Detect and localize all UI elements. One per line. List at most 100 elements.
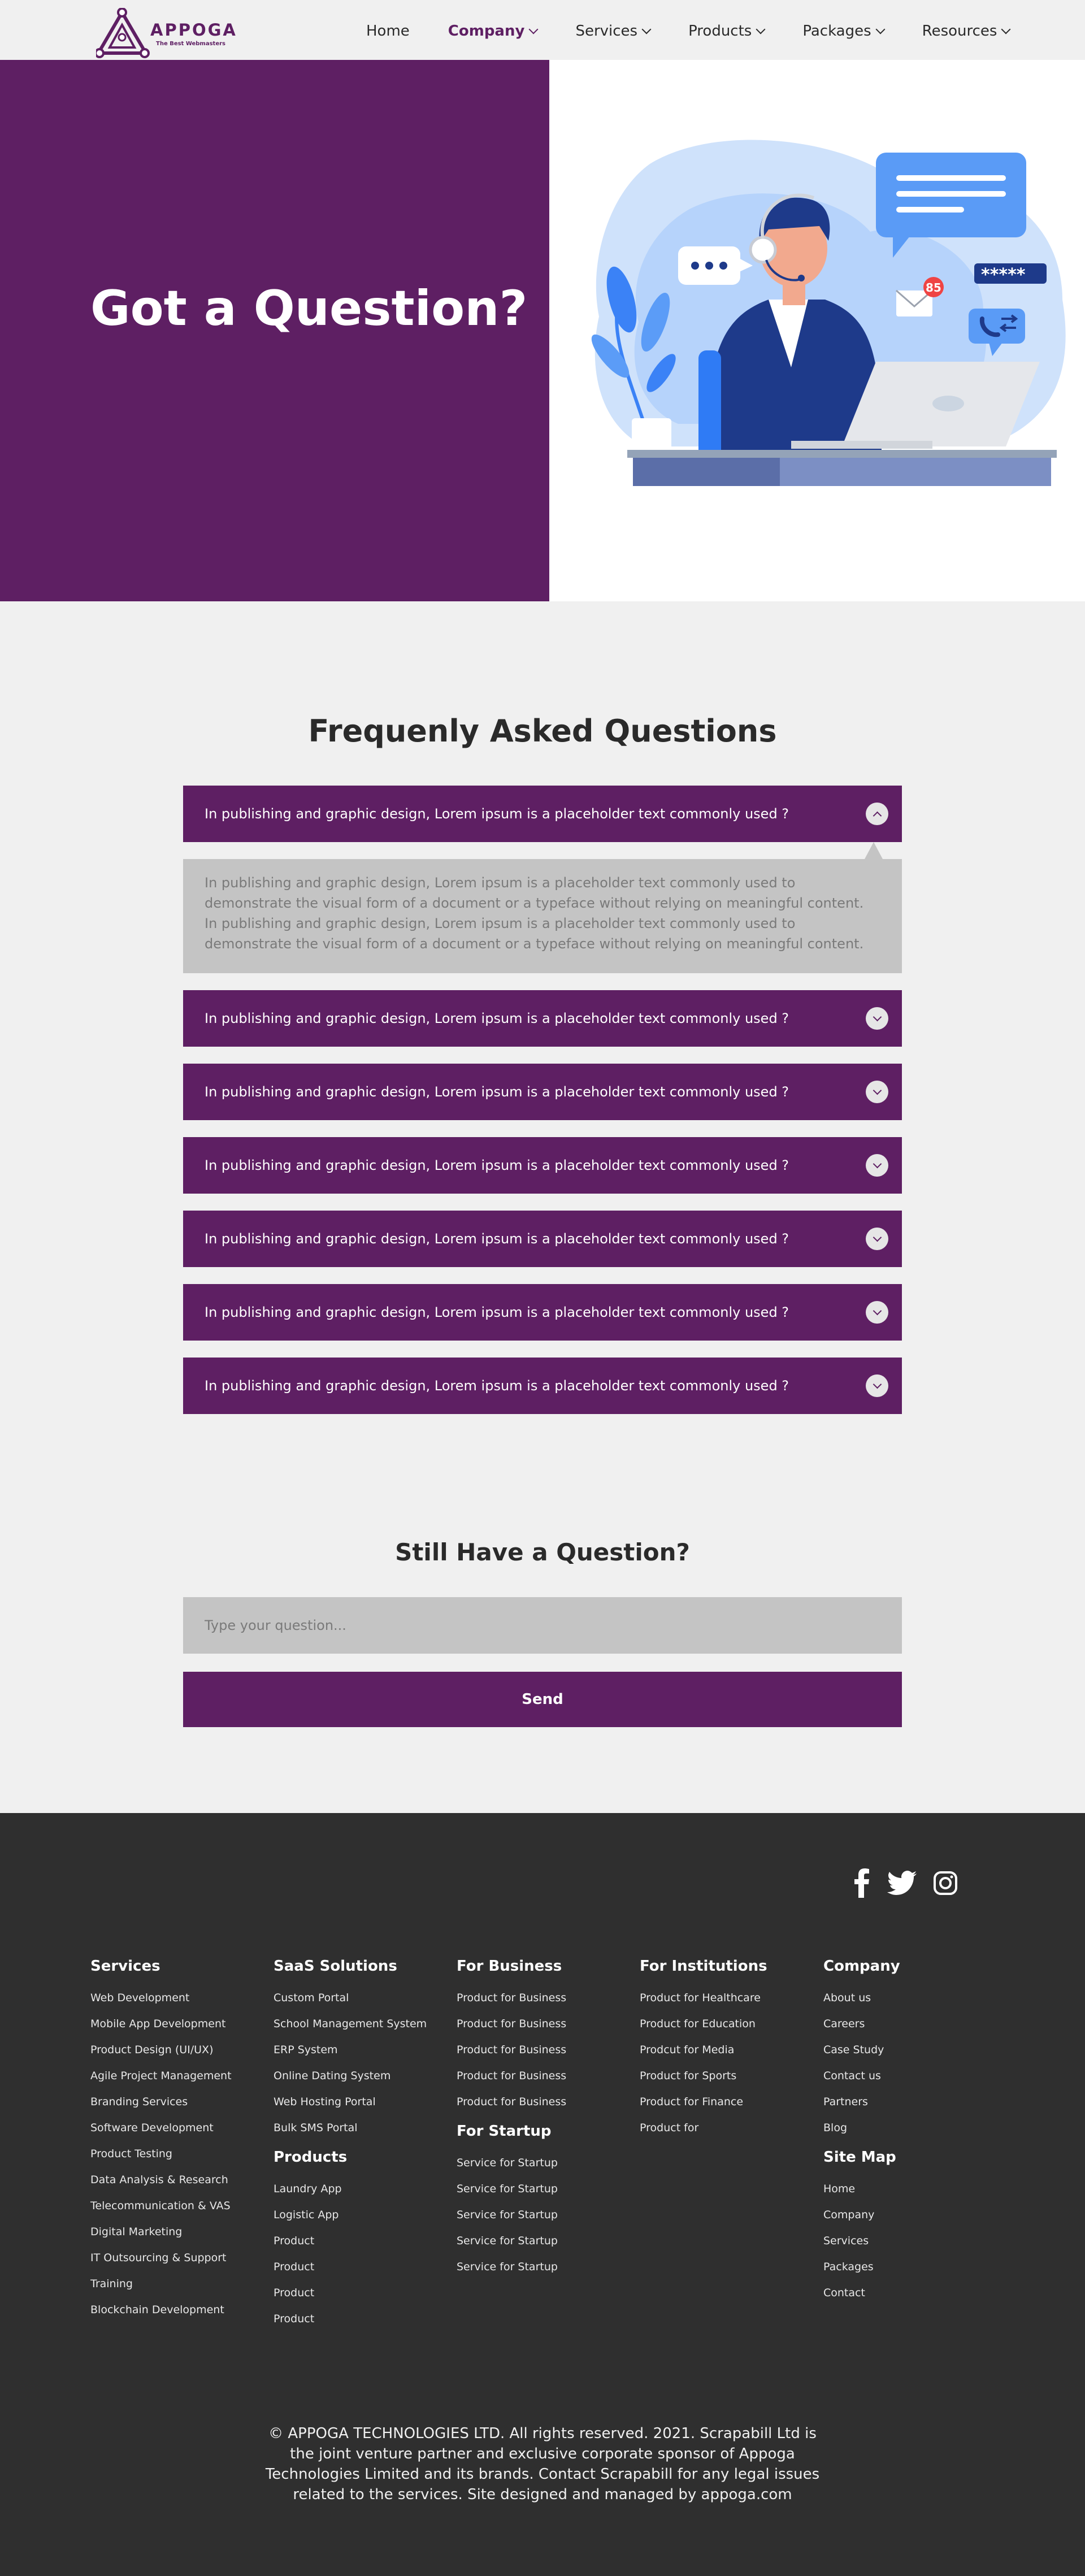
hero-section: Got a Question? ***** 85: [0, 60, 1085, 601]
footer-link[interactable]: Contact us: [823, 2063, 900, 2089]
footer-link[interactable]: Custom Portal: [274, 1985, 427, 2011]
footer-link[interactable]: Digital Marketing: [90, 2219, 232, 2245]
nav-item-packages[interactable]: Packages: [802, 23, 886, 40]
chevron-down-icon[interactable]: [866, 1007, 888, 1030]
copyright-text: © APPOGA TECHNOLOGIES LTD. All rights re…: [265, 2425, 820, 2503]
footer-link[interactable]: Product for Business: [457, 2011, 566, 2037]
chevron-down-icon: [528, 24, 539, 34]
faq-item[interactable]: In publishing and graphic design, Lorem …: [183, 1137, 902, 1194]
faq-title: Frequenly Asked Questions: [308, 713, 777, 749]
nav-item-resources[interactable]: Resources: [922, 23, 1011, 40]
footer-link[interactable]: Agile Project Management: [90, 2063, 232, 2089]
footer-link[interactable]: Prodcut for Media: [640, 2037, 767, 2063]
footer-link[interactable]: Services: [823, 2228, 900, 2254]
chevron-down-icon: [641, 24, 652, 34]
logo-mark-icon: [96, 8, 150, 58]
footer-group: Site Map Home Company Services Packages …: [823, 2149, 900, 2306]
footer-link[interactable]: Product for Business: [457, 1985, 566, 2011]
footer-link[interactable]: Company: [823, 2202, 900, 2228]
twitter-icon[interactable]: [886, 1867, 918, 1899]
chair-icon: [698, 350, 721, 458]
faq-item[interactable]: In publishing and graphic design, Lorem …: [183, 786, 902, 842]
footer-link[interactable]: Product for Sports: [640, 2063, 767, 2089]
footer-link[interactable]: Branding Services: [90, 2089, 232, 2115]
chevron-up-icon[interactable]: [866, 803, 888, 825]
send-button[interactable]: Send: [183, 1672, 902, 1727]
footer-link[interactable]: Product for Finance: [640, 2089, 767, 2115]
footer-link[interactable]: Blog: [823, 2115, 900, 2141]
chevron-down-icon[interactable]: [866, 1228, 888, 1250]
logo[interactable]: APPOGA The Best Webmasters: [96, 8, 236, 59]
question-input[interactable]: [183, 1597, 902, 1654]
footer-link[interactable]: Careers: [823, 2011, 900, 2037]
answer-pointer: [865, 842, 883, 859]
footer-group: SaaS Solutions Custom Portal School Mana…: [274, 1958, 427, 2141]
footer-link[interactable]: Mobile App Development: [90, 2011, 232, 2037]
footer: Services Web Development Mobile App Deve…: [0, 1813, 1085, 2576]
footer-link[interactable]: Product: [274, 2228, 427, 2254]
footer-link[interactable]: Product for Healthcare: [640, 1985, 767, 2011]
facebook-icon[interactable]: [848, 1867, 876, 1899]
footer-link[interactable]: Blockchain Development: [90, 2297, 232, 2323]
footer-link[interactable]: Bulk SMS Portal: [274, 2115, 427, 2141]
faq-item[interactable]: In publishing and graphic design, Lorem …: [183, 1064, 902, 1120]
footer-link[interactable]: Case Study: [823, 2037, 900, 2063]
footer-link[interactable]: Service for Startup: [457, 2150, 566, 2176]
faq-item[interactable]: In publishing and graphic design, Lorem …: [183, 1211, 902, 1267]
footer-link[interactable]: Telecommunication & VAS: [90, 2193, 232, 2219]
footer-link[interactable]: Data Analysis & Research: [90, 2167, 232, 2193]
instagram-icon[interactable]: [931, 1867, 960, 1899]
chevron-down-icon[interactable]: [866, 1374, 888, 1397]
footer-column-company: Company About us Careers Case Study Cont…: [823, 1958, 900, 2306]
footer-link[interactable]: ERP System: [274, 2037, 427, 2063]
footer-link[interactable]: Service for Startup: [457, 2176, 566, 2202]
brand-name: APPOGA: [150, 20, 237, 40]
footer-link[interactable]: Product Design (UI/UX): [90, 2037, 232, 2063]
desk-icon: [627, 450, 1057, 486]
footer-link[interactable]: IT Outsourcing & Support: [90, 2245, 232, 2271]
footer-link[interactable]: Product: [274, 2306, 427, 2332]
footer-link[interactable]: Laundry App: [274, 2176, 427, 2202]
footer-link[interactable]: Product for Business: [457, 2037, 566, 2063]
footer-link[interactable]: School Management System: [274, 2011, 427, 2037]
footer-link[interactable]: Contact: [823, 2280, 900, 2306]
footer-heading: Services: [90, 1958, 160, 1975]
faq-question: In publishing and graphic design, Lorem …: [205, 1304, 789, 1320]
password-field-icon: *****: [974, 263, 1047, 285]
footer-link[interactable]: Web Development: [90, 1985, 232, 2011]
footer-link[interactable]: Online Dating System: [274, 2063, 427, 2089]
footer-link[interactable]: Training: [90, 2271, 232, 2297]
footer-link[interactable]: Product for Business: [457, 2063, 566, 2089]
chevron-down-icon[interactable]: [866, 1154, 888, 1177]
faq-item[interactable]: In publishing and graphic design, Lorem …: [183, 1358, 902, 1414]
footer-link[interactable]: Product Testing: [90, 2141, 232, 2167]
footer-link[interactable]: Product: [274, 2280, 427, 2306]
footer-heading: Site Map: [823, 2149, 896, 2166]
footer-link[interactable]: Product: [274, 2254, 427, 2280]
footer-link[interactable]: Logistic App: [274, 2202, 427, 2228]
nav-item-home[interactable]: Home: [366, 23, 410, 40]
main-menu: Home Company Services Products Packages …: [366, 23, 1048, 40]
footer-link[interactable]: Packages: [823, 2254, 900, 2280]
faq-item[interactable]: In publishing and graphic design, Lorem …: [183, 1284, 902, 1341]
chevron-down-icon[interactable]: [866, 1301, 888, 1324]
footer-link[interactable]: Software Development: [90, 2115, 232, 2141]
footer-link[interactable]: Product for Education: [640, 2011, 767, 2037]
hero-panel: Got a Question?: [0, 60, 549, 601]
footer-link[interactable]: Product for Business: [457, 2089, 566, 2115]
footer-link[interactable]: Home: [823, 2176, 900, 2202]
footer-link[interactable]: Service for Startup: [457, 2228, 566, 2254]
footer-group: For Startup Service for Startup Service …: [457, 2123, 566, 2280]
nav-item-services[interactable]: Services: [575, 23, 652, 40]
footer-link[interactable]: Product for: [640, 2115, 767, 2141]
footer-link[interactable]: Service for Startup: [457, 2202, 566, 2228]
footer-heading: For Institutions: [640, 1958, 767, 1975]
faq-item[interactable]: In publishing and graphic design, Lorem …: [183, 990, 902, 1047]
nav-item-company[interactable]: Company: [448, 23, 539, 40]
footer-link[interactable]: Service for Startup: [457, 2254, 566, 2280]
footer-link[interactable]: About us: [823, 1985, 900, 2011]
footer-link[interactable]: Partners: [823, 2089, 900, 2115]
chevron-down-icon[interactable]: [866, 1081, 888, 1103]
nav-item-products[interactable]: Products: [688, 23, 766, 40]
footer-link[interactable]: Web Hosting Portal: [274, 2089, 427, 2115]
